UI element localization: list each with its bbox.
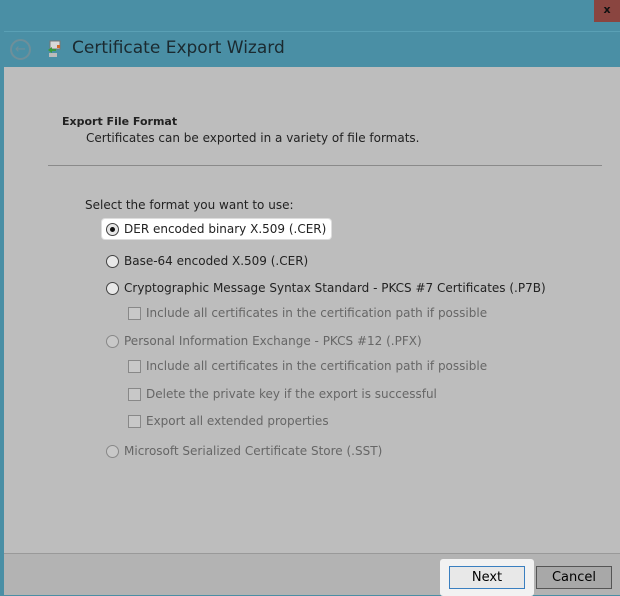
- format-prompt: Select the format you want to use:: [85, 198, 294, 212]
- option-label: Base-64 encoded X.509 (.CER): [124, 254, 309, 268]
- close-button[interactable]: x: [594, 0, 620, 22]
- option-label: Personal Information Exchange - PKCS #12…: [124, 334, 422, 348]
- next-highlight: Next: [440, 559, 534, 596]
- option-label: Microsoft Serialized Certificate Store (…: [124, 444, 383, 458]
- radio-sst[interactable]: Microsoft Serialized Certificate Store (…: [106, 444, 382, 458]
- radio-button[interactable]: [106, 281, 119, 295]
- radio-pfx[interactable]: Personal Information Exchange - PKCS #12…: [106, 334, 422, 348]
- certificate-wizard-icon: [48, 40, 61, 57]
- page-title: Export File Format: [62, 115, 178, 128]
- checkbox-export-extended[interactable]: Export all extended properties: [128, 414, 329, 428]
- page-subtitle: Certificates can be exported in a variet…: [86, 131, 420, 145]
- radio-button[interactable]: [106, 334, 119, 348]
- radio-button[interactable]: [106, 254, 119, 268]
- radio-button[interactable]: [106, 444, 119, 458]
- wizard-footer: Next Cancel: [4, 553, 620, 596]
- radio-der[interactable]: DER encoded binary X.509 (.CER): [102, 219, 332, 239]
- checkbox-label: Export all extended properties: [146, 414, 329, 428]
- radio-base64[interactable]: Base-64 encoded X.509 (.CER): [106, 254, 308, 268]
- checkbox-label: Include all certificates in the certific…: [146, 359, 488, 373]
- option-label: Cryptographic Message Syntax Standard - …: [124, 281, 546, 295]
- checkbox[interactable]: [128, 306, 141, 320]
- checkbox[interactable]: [128, 359, 141, 373]
- checkbox[interactable]: [128, 414, 141, 428]
- back-arrow-icon[interactable]: ←: [10, 39, 31, 60]
- radio-button[interactable]: [106, 222, 119, 236]
- checkbox-label: Include all certificates in the certific…: [146, 306, 488, 320]
- checkbox-delete-private-key[interactable]: Delete the private key if the export is …: [128, 387, 437, 401]
- title-bar: ← Certificate Export Wizard: [4, 31, 620, 67]
- option-label: DER encoded binary X.509 (.CER): [124, 222, 327, 236]
- window-title: Certificate Export Wizard: [72, 38, 285, 58]
- checkbox-label: Delete the private key if the export is …: [146, 387, 437, 401]
- next-button[interactable]: Next: [449, 566, 525, 589]
- checkbox-pfx-include-path[interactable]: Include all certificates in the certific…: [128, 359, 487, 373]
- cancel-button[interactable]: Cancel: [536, 566, 612, 589]
- radio-pkcs7[interactable]: Cryptographic Message Syntax Standard - …: [106, 281, 546, 295]
- checkbox[interactable]: [128, 387, 141, 401]
- checkbox-pkcs7-include-path[interactable]: Include all certificates in the certific…: [128, 306, 487, 320]
- wizard-content: Export File Format Certificates can be e…: [4, 67, 620, 553]
- divider: [48, 165, 602, 166]
